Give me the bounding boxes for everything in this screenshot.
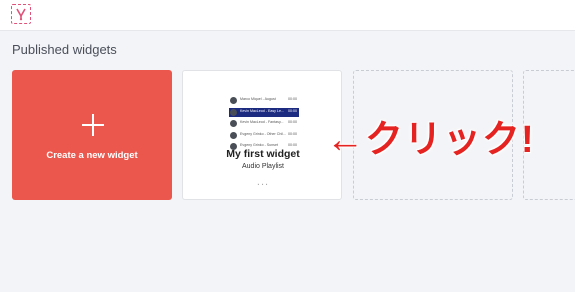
- create-widget-label: Create a new widget: [46, 150, 138, 161]
- artist-avatar: [230, 131, 237, 139]
- artist-avatar: [230, 120, 237, 127]
- track-duration: 00:00: [288, 143, 297, 147]
- track-name: Kevin MacLeod - Easy Le...: [240, 108, 284, 113]
- track-duration: 00:00: [288, 131, 297, 136]
- playlist-track-row: Marco Miquel - August 00:00: [229, 96, 299, 105]
- widget-thumbnail: Marco Miquel - August 00:00 Kevin MacLeod …: [229, 96, 299, 154]
- create-widget-button[interactable]: Create a new widget: [12, 70, 172, 200]
- track-duration: 00:00: [288, 108, 297, 113]
- track-duration: 00:00: [288, 97, 297, 101]
- section-title: Published widgets: [12, 42, 117, 57]
- top-bar: [0, 0, 575, 31]
- more-options-icon[interactable]: ...: [183, 177, 343, 188]
- track-name: Evgeny Grinko - Sunset: [240, 143, 278, 147]
- playlist-track-row: Evgeny Grinko - Other Chil... 00:00: [229, 131, 299, 140]
- track-duration: 00:00: [288, 120, 297, 124]
- playlist-track-row: Kevin MacLeod - Fantasy... 00:00: [229, 119, 299, 128]
- plus-icon: [82, 114, 104, 136]
- widget-type: Audio Playlist: [241, 163, 285, 170]
- artist-avatar: [230, 108, 237, 116]
- track-name: Marco Miquel - August: [240, 97, 276, 101]
- playlist-track-row: Kevin MacLeod - Easy Le... 00:00: [229, 107, 299, 117]
- track-name: Evgeny Grinko - Other Chil...: [240, 131, 286, 136]
- widget-card[interactable]: Marco Miquel - August 00:00 Kevin MacLeod …: [182, 70, 342, 200]
- click-annotation: ←クリック!: [326, 119, 535, 161]
- widget-title: My first widget: [226, 148, 300, 160]
- artist-avatar: [230, 97, 237, 104]
- track-name: Kevin MacLeod - Fantasy...: [240, 120, 284, 124]
- app-logo-icon[interactable]: [11, 4, 31, 24]
